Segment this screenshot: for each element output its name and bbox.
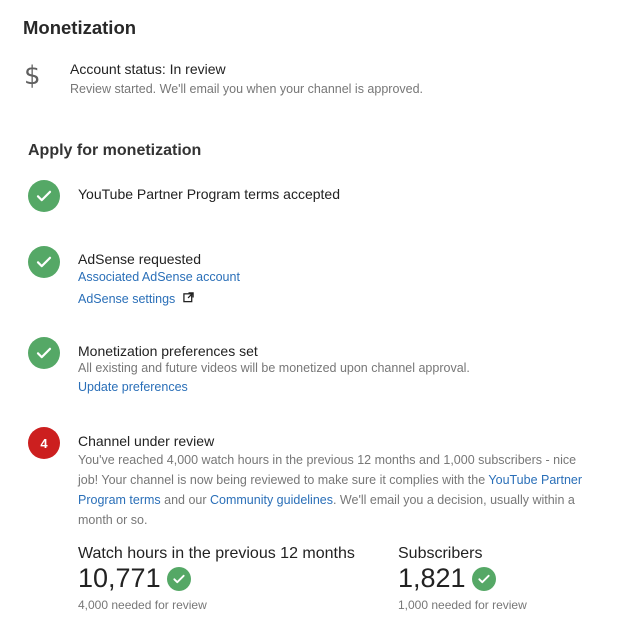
account-status-detail: Review started. We'll email you when you… (70, 82, 424, 96)
subscribers-value: 1,821 (398, 563, 466, 593)
page-title: Monetization (23, 17, 137, 38)
watch-hours-label: Watch hours in the previous 12 months (78, 545, 355, 562)
watch-hours-note: 4,000 needed for review (78, 598, 207, 612)
community-guidelines-link[interactable]: Community guidelines (210, 493, 333, 507)
subscribers-value-row: 1,821 (398, 563, 496, 594)
check-icon (471, 566, 496, 591)
adsense-settings-link-wrap[interactable]: AdSense settings (78, 290, 194, 308)
account-status: Account status: In review (70, 61, 226, 77)
apply-section-title: Apply for monetization (28, 142, 202, 159)
adsense-settings-link[interactable]: AdSense settings (78, 292, 175, 306)
subscribers-note: 1,000 needed for review (398, 598, 527, 612)
watch-hours-value: 10,771 (78, 563, 161, 593)
check-icon (28, 337, 60, 369)
check-icon (166, 566, 191, 591)
step-preferences-set: Monetization preferences set (78, 343, 258, 359)
review-description: You've reached 4,000 watch hours in the … (78, 450, 598, 530)
review-text-b: and our (160, 493, 210, 507)
step-number-badge: 4 (28, 427, 60, 459)
external-link-icon (183, 290, 194, 308)
check-icon (28, 246, 60, 278)
watch-hours-value-row: 10,771 (78, 563, 191, 594)
check-icon (28, 180, 60, 212)
dollar-icon: $ (24, 61, 41, 91)
preferences-detail: All existing and future videos will be m… (78, 361, 470, 375)
update-preferences-link[interactable]: Update preferences (78, 380, 188, 394)
associated-adsense-link[interactable]: Associated AdSense account (78, 270, 240, 284)
step-terms-accepted: YouTube Partner Program terms accepted (78, 186, 340, 202)
step-adsense-requested: AdSense requested (78, 251, 201, 267)
step-channel-under-review: Channel under review (78, 433, 215, 449)
subscribers-label: Subscribers (398, 545, 483, 562)
